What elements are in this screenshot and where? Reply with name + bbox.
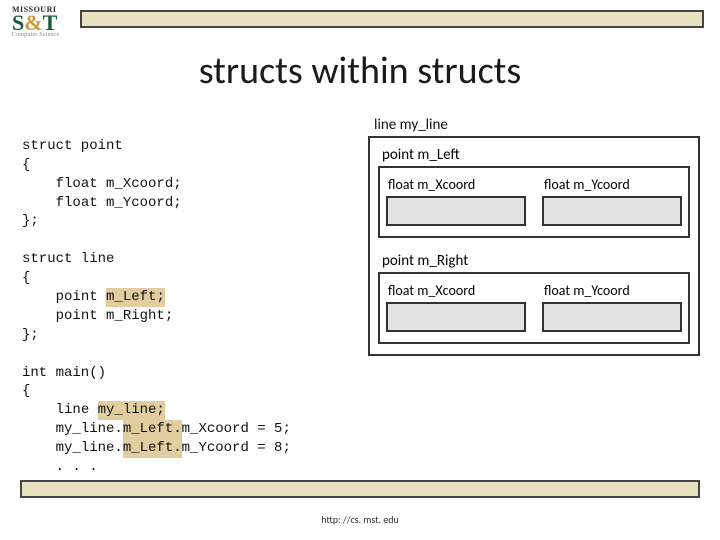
header-decor-bar: [80, 10, 704, 28]
float-row: float m_Xcoord float m_Ycoord: [386, 282, 682, 332]
logo-amp: &: [24, 10, 42, 35]
university-logo: MISSOURI S&T Computer Science: [12, 5, 74, 38]
highlight: m_Left.: [123, 439, 182, 458]
code-line-part: m_Ycoord = 8;: [182, 440, 291, 456]
float-row: float m_Xcoord float m_Ycoord: [386, 176, 682, 226]
outer-struct-box: point m_Left float m_Xcoord float m_Ycoo…: [368, 136, 700, 356]
slide-title: structs within structs: [0, 48, 720, 94]
xcoord-value-box: [386, 302, 526, 332]
code-line-part: point: [22, 289, 106, 305]
left-member-box: float m_Xcoord float m_Ycoord: [378, 166, 690, 238]
code-line: int main(): [22, 365, 106, 381]
ycoord-value-box: [542, 196, 682, 226]
footer-url: http: //cs. mst. edu: [0, 513, 720, 526]
logo-main: S&T: [12, 14, 74, 32]
right-member-label: point m_Right: [382, 252, 692, 270]
code-line-part: line: [22, 402, 98, 418]
logo-t: T: [43, 10, 58, 35]
code-line: };: [22, 213, 39, 229]
xcoord-value-box: [386, 196, 526, 226]
float-col: float m_Xcoord: [386, 176, 526, 226]
xcoord-label: float m_Xcoord: [388, 282, 526, 299]
code-line: struct point: [22, 138, 123, 154]
ycoord-label: float m_Ycoord: [544, 282, 682, 299]
ycoord-label: float m_Ycoord: [544, 176, 682, 193]
code-line: {: [22, 157, 30, 173]
code-line: };: [22, 327, 39, 343]
code-block: struct point { float m_Xcoord; float m_Y…: [22, 118, 352, 477]
code-line: . . .: [22, 459, 98, 475]
logo-s: S: [12, 10, 24, 35]
code-line: {: [22, 383, 30, 399]
float-col: float m_Ycoord: [542, 282, 682, 332]
highlight: my_line;: [98, 401, 165, 420]
code-line-part: my_line.: [22, 440, 123, 456]
left-member-label: point m_Left: [382, 146, 692, 164]
ycoord-value-box: [542, 302, 682, 332]
right-member-box: float m_Xcoord float m_Ycoord: [378, 272, 690, 344]
code-line: {: [22, 270, 30, 286]
code-line-part: my_line.: [22, 421, 123, 437]
code-line: struct line: [22, 251, 114, 267]
footer-decor-bar: [20, 480, 700, 498]
code-line: point m_Right;: [22, 308, 173, 324]
code-line-part: m_Xcoord = 5;: [182, 421, 291, 437]
outer-struct-label: line my_line: [374, 116, 700, 134]
code-line: float m_Xcoord;: [22, 176, 182, 192]
float-col: float m_Ycoord: [542, 176, 682, 226]
float-col: float m_Xcoord: [386, 282, 526, 332]
highlight: m_Left.: [123, 420, 182, 439]
highlight: m_Left;: [106, 288, 165, 307]
xcoord-label: float m_Xcoord: [388, 176, 526, 193]
memory-diagram: line my_line point m_Left float m_Xcoord…: [368, 116, 700, 356]
code-line: float m_Ycoord;: [22, 195, 182, 211]
